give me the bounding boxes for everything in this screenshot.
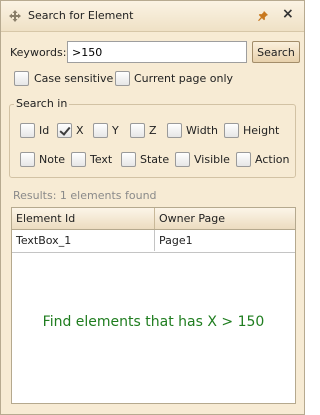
field-id-label: Id bbox=[39, 124, 50, 137]
field-text-label: Text bbox=[90, 153, 113, 166]
cell-element-id: TextBox_1 bbox=[16, 234, 72, 247]
field-y-checkbox[interactable] bbox=[93, 123, 108, 138]
close-icon[interactable] bbox=[278, 6, 296, 25]
pin-icon[interactable] bbox=[258, 11, 268, 21]
keywords-input[interactable] bbox=[67, 41, 247, 63]
table-row[interactable]: TextBox_1 Page1 bbox=[12, 230, 295, 253]
keywords-label: Keywords: bbox=[10, 46, 67, 59]
field-width-checkbox[interactable] bbox=[167, 123, 182, 138]
current-page-only-label: Current page only bbox=[134, 72, 234, 85]
field-visible-label: Visible bbox=[194, 153, 230, 166]
field-note-label: Note bbox=[39, 153, 66, 166]
case-sensitive-label: Case sensitive bbox=[34, 72, 114, 85]
search-for-element-panel: Search for Element Keywords: Search Case… bbox=[0, 0, 305, 415]
annotation-text: Find elements that has X > 150 bbox=[42, 314, 265, 330]
move-icon bbox=[9, 10, 21, 22]
field-z-checkbox[interactable] bbox=[130, 123, 145, 138]
field-width-label: Width bbox=[186, 124, 218, 137]
search-in-title: Search in bbox=[14, 97, 70, 110]
field-height-checkbox[interactable] bbox=[224, 123, 239, 138]
current-page-only-checkbox[interactable] bbox=[115, 71, 130, 86]
results-grid-header: Element Id Owner Page bbox=[12, 208, 295, 230]
search-button[interactable]: Search bbox=[252, 41, 300, 63]
cell-owner-page: Page1 bbox=[154, 230, 295, 251]
field-action-checkbox[interactable] bbox=[236, 152, 251, 167]
search-in-group bbox=[9, 104, 296, 178]
field-state-checkbox[interactable] bbox=[121, 152, 136, 167]
column-header-element-id[interactable]: Element Id bbox=[12, 208, 154, 229]
title-bar[interactable]: Search for Element bbox=[1, 1, 304, 32]
window-title: Search for Element bbox=[28, 9, 134, 22]
field-height-label: Height bbox=[243, 124, 280, 137]
field-state-label: State bbox=[140, 153, 170, 166]
field-x-checkbox[interactable] bbox=[57, 123, 72, 138]
field-id-checkbox[interactable] bbox=[20, 123, 35, 138]
results-grid: Element Id Owner Page TextBox_1 Page1 Fi… bbox=[11, 207, 296, 404]
field-note-checkbox[interactable] bbox=[20, 152, 35, 167]
results-summary: Results: 1 elements found bbox=[13, 189, 157, 202]
field-z-label: Z bbox=[149, 124, 157, 137]
field-x-label: X bbox=[76, 124, 84, 137]
field-visible-checkbox[interactable] bbox=[175, 152, 190, 167]
column-header-owner-page[interactable]: Owner Page bbox=[154, 208, 295, 229]
field-text-checkbox[interactable] bbox=[71, 152, 86, 167]
case-sensitive-checkbox[interactable] bbox=[14, 71, 29, 86]
field-y-label: Y bbox=[112, 124, 119, 137]
field-action-label: Action bbox=[255, 153, 290, 166]
